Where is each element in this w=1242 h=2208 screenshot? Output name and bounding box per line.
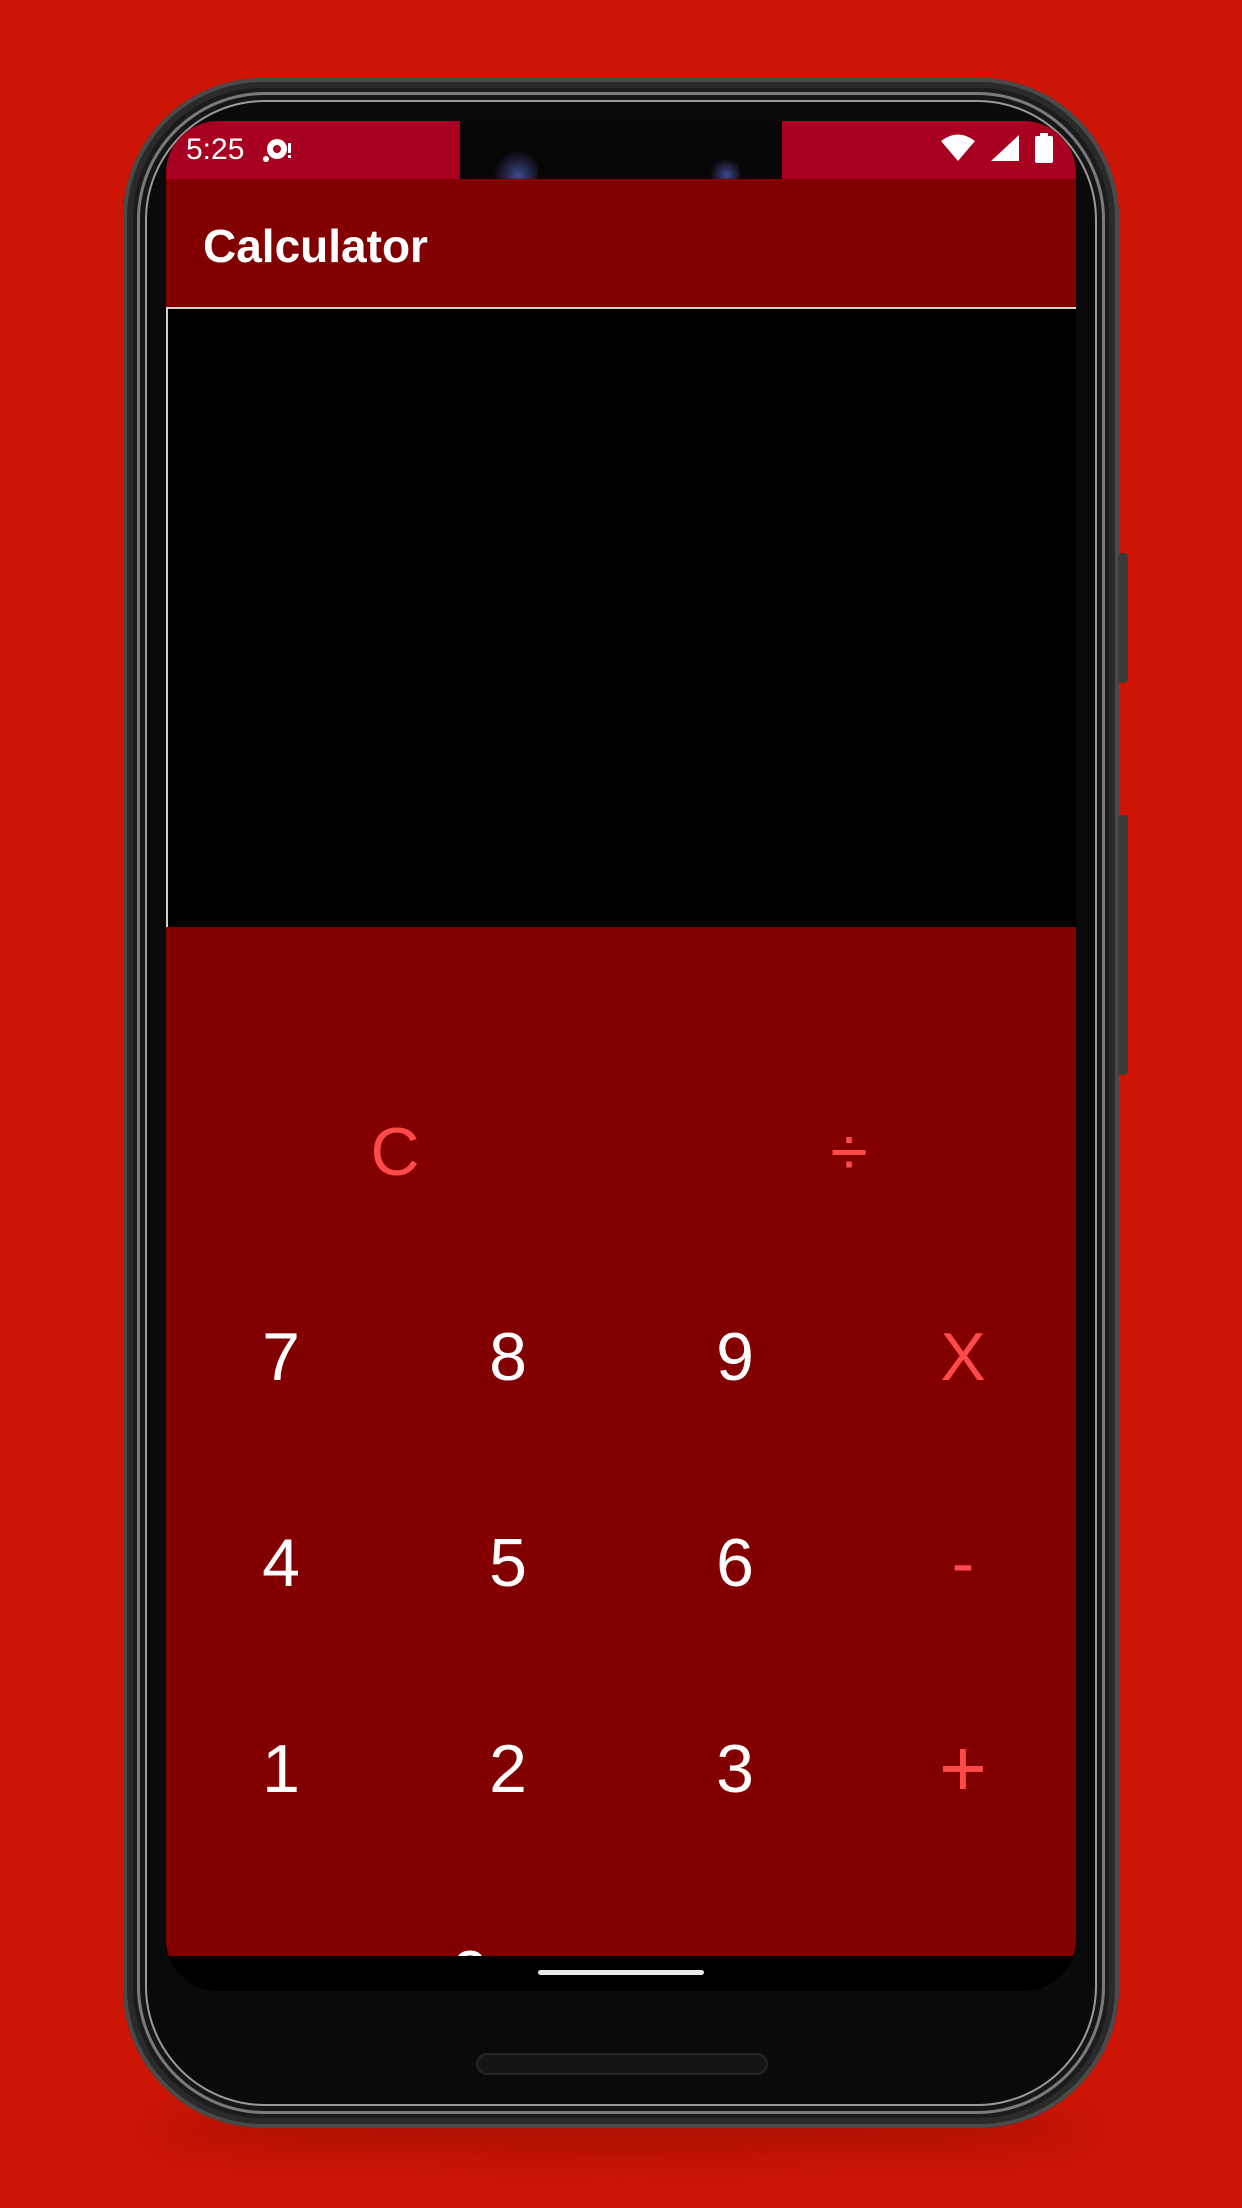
signal-icon [990, 134, 1020, 167]
wifi-icon [940, 134, 976, 167]
notification-icon [262, 135, 291, 163]
digit-1-button[interactable]: 1 [211, 1709, 351, 1829]
power-button [1118, 553, 1128, 683]
add-button[interactable]: + [893, 1709, 1033, 1829]
home-gesture-handle[interactable] [538, 1970, 704, 1975]
multiply-button[interactable]: X [893, 1297, 1033, 1417]
digit-9-button[interactable]: 9 [665, 1297, 805, 1417]
battery-icon [1034, 133, 1054, 168]
digit-2-button[interactable]: 2 [438, 1709, 578, 1829]
digit-4-button[interactable]: 4 [211, 1503, 351, 1623]
calculator-display [166, 309, 1076, 927]
digit-3-button[interactable]: 3 [665, 1709, 805, 1829]
clear-button[interactable]: C [325, 1092, 465, 1212]
bottom-speaker [476, 2053, 768, 2075]
digit-5-button[interactable]: 5 [438, 1503, 578, 1623]
app-title: Calculator [203, 220, 428, 272]
screen: 5:25 Calculator C ÷ 7 8 9 X 4 5 6 - 1 2 … [166, 121, 1076, 1991]
digit-6-button[interactable]: 6 [665, 1503, 805, 1623]
navigation-bar [166, 1956, 1076, 1991]
status-time: 5:25 [186, 133, 245, 166]
divide-button[interactable]: ÷ [779, 1092, 919, 1212]
volume-button [1118, 815, 1128, 1075]
subtract-button[interactable]: - [893, 1503, 1033, 1623]
digit-8-button[interactable]: 8 [438, 1297, 578, 1417]
app-bar: Calculator [166, 179, 1076, 309]
keypad: C ÷ 7 8 9 X 4 5 6 - 1 2 3 + 0 = [166, 927, 1076, 1991]
digit-7-button[interactable]: 7 [211, 1297, 351, 1417]
